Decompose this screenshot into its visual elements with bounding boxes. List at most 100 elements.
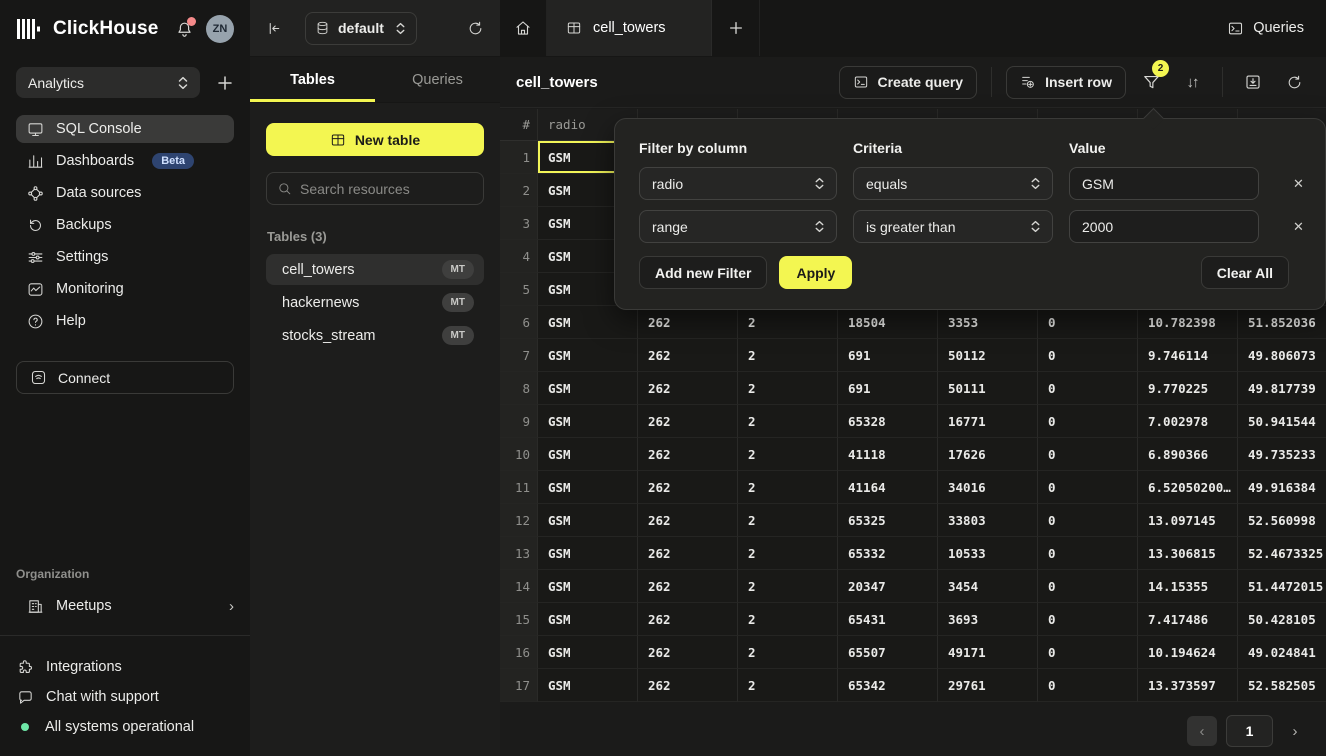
- table-cell[interactable]: 0: [1038, 537, 1138, 570]
- table-cell[interactable]: 262: [638, 570, 738, 603]
- filter-column-select-1[interactable]: radio: [639, 167, 837, 200]
- table-cell[interactable]: 10.194624: [1138, 636, 1238, 669]
- table-cell[interactable]: 65332: [838, 537, 938, 570]
- table-cell[interactable]: 2: [738, 438, 838, 471]
- create-query-button[interactable]: Create query: [839, 66, 978, 99]
- table-cell[interactable]: 16771: [938, 405, 1038, 438]
- table-cell[interactable]: 50111: [938, 372, 1038, 405]
- table-cell[interactable]: 65507: [838, 636, 938, 669]
- table-cell[interactable]: GSM: [538, 306, 638, 339]
- tab-cell-towers[interactable]: cell_towers: [547, 0, 712, 56]
- current-page-indicator[interactable]: 1: [1226, 715, 1273, 747]
- table-cell[interactable]: 65328: [838, 405, 938, 438]
- table-cell[interactable]: 17626: [938, 438, 1038, 471]
- table-cell[interactable]: 7.002978: [1138, 405, 1238, 438]
- workspace-select[interactable]: Analytics: [16, 67, 200, 98]
- new-table-button[interactable]: New table: [266, 123, 484, 156]
- filter-column-select-2[interactable]: range: [639, 210, 837, 243]
- refresh-tables-icon[interactable]: [467, 20, 484, 37]
- table-cell[interactable]: 51.852036: [1238, 306, 1326, 339]
- table-cell[interactable]: 262: [638, 471, 738, 504]
- table-cell[interactable]: 691: [838, 372, 938, 405]
- table-cell[interactable]: 262: [638, 306, 738, 339]
- table-cell[interactable]: 2: [738, 669, 838, 702]
- table-cell[interactable]: 2: [738, 636, 838, 669]
- table-cell[interactable]: 0: [1038, 669, 1138, 702]
- table-cell[interactable]: 0: [1038, 339, 1138, 372]
- sidebar-item-sql-console[interactable]: SQL Console: [16, 115, 234, 143]
- table-cell[interactable]: 65431: [838, 603, 938, 636]
- table-cell[interactable]: 691: [838, 339, 938, 372]
- table-cell[interactable]: 2: [738, 372, 838, 405]
- table-cell[interactable]: 3693: [938, 603, 1038, 636]
- tab-queries[interactable]: Queries: [375, 57, 500, 102]
- table-cell[interactable]: 2: [738, 471, 838, 504]
- table-cell[interactable]: 2: [738, 603, 838, 636]
- table-cell[interactable]: 49.817739: [1238, 372, 1326, 405]
- table-cell[interactable]: 262: [638, 537, 738, 570]
- table-cell[interactable]: 262: [638, 339, 738, 372]
- search-input[interactable]: [300, 181, 473, 197]
- table-cell[interactable]: 52.560998: [1238, 504, 1326, 537]
- next-page-button[interactable]: ›: [1282, 716, 1308, 746]
- table-cell[interactable]: GSM: [538, 405, 638, 438]
- table-cell[interactable]: 13.306815: [1138, 537, 1238, 570]
- table-cell[interactable]: GSM: [538, 603, 638, 636]
- sidebar-item-help[interactable]: Help: [16, 307, 234, 335]
- column-header[interactable]: #: [500, 109, 538, 141]
- table-cell[interactable]: 9.746114: [1138, 339, 1238, 372]
- table-cell[interactable]: 52.4673325: [1238, 537, 1326, 570]
- insert-row-button[interactable]: Insert row: [1006, 66, 1126, 99]
- sidebar-item-meetups[interactable]: Meetups ›: [16, 591, 245, 621]
- refresh-button[interactable]: [1278, 66, 1310, 98]
- sidebar-item-monitoring[interactable]: Monitoring: [16, 275, 234, 303]
- table-cell[interactable]: GSM: [538, 471, 638, 504]
- table-cell[interactable]: 2: [738, 537, 838, 570]
- table-cell[interactable]: 3454: [938, 570, 1038, 603]
- system-status[interactable]: All systems operational: [16, 712, 234, 742]
- table-cell[interactable]: 0: [1038, 405, 1138, 438]
- table-cell[interactable]: 18504: [838, 306, 938, 339]
- table-cell[interactable]: 41118: [838, 438, 938, 471]
- table-cell[interactable]: 262: [638, 504, 738, 537]
- table-cell[interactable]: 9.770225: [1138, 372, 1238, 405]
- table-cell[interactable]: 33803: [938, 504, 1038, 537]
- filter-criteria-select-2[interactable]: is greater than: [853, 210, 1053, 243]
- table-cell[interactable]: 262: [638, 438, 738, 471]
- table-cell[interactable]: 13.373597: [1138, 669, 1238, 702]
- avatar[interactable]: ZN: [206, 15, 234, 43]
- filter-value-input-2[interactable]: [1069, 210, 1259, 243]
- home-button[interactable]: [500, 0, 547, 56]
- remove-filter-button-2[interactable]: ✕: [1293, 219, 1304, 235]
- table-cell[interactable]: 0: [1038, 471, 1138, 504]
- notifications-button[interactable]: [175, 20, 194, 39]
- table-cell[interactable]: GSM: [538, 504, 638, 537]
- table-cell[interactable]: 6.890366: [1138, 438, 1238, 471]
- table-cell[interactable]: 3353: [938, 306, 1038, 339]
- table-cell[interactable]: 262: [638, 372, 738, 405]
- sidebar-item-backups[interactable]: Backups: [16, 211, 234, 239]
- queries-button[interactable]: Queries: [1227, 0, 1304, 56]
- table-cell[interactable]: 0: [1038, 636, 1138, 669]
- table-cell[interactable]: 2: [738, 570, 838, 603]
- table-cell[interactable]: GSM: [538, 438, 638, 471]
- table-cell[interactable]: 0: [1038, 603, 1138, 636]
- table-cell[interactable]: 10533: [938, 537, 1038, 570]
- table-cell[interactable]: 262: [638, 603, 738, 636]
- table-cell[interactable]: 49.024841: [1238, 636, 1326, 669]
- connect-button[interactable]: Connect: [16, 361, 234, 394]
- tab-tables[interactable]: Tables: [250, 57, 375, 102]
- filter-button[interactable]: 2: [1135, 66, 1167, 98]
- previous-page-button[interactable]: ‹: [1187, 716, 1217, 746]
- clear-all-filters-button[interactable]: Clear All: [1201, 256, 1289, 289]
- sidebar-item-integrations[interactable]: Integrations: [16, 652, 234, 682]
- table-cell[interactable]: 0: [1038, 570, 1138, 603]
- table-cell[interactable]: 49.735233: [1238, 438, 1326, 471]
- table-cell[interactable]: GSM: [538, 669, 638, 702]
- table-cell[interactable]: 65325: [838, 504, 938, 537]
- table-cell[interactable]: 0: [1038, 306, 1138, 339]
- table-cell[interactable]: 49171: [938, 636, 1038, 669]
- add-new-filter-button[interactable]: Add new Filter: [639, 256, 767, 289]
- table-cell[interactable]: GSM: [538, 372, 638, 405]
- table-cell[interactable]: 41164: [838, 471, 938, 504]
